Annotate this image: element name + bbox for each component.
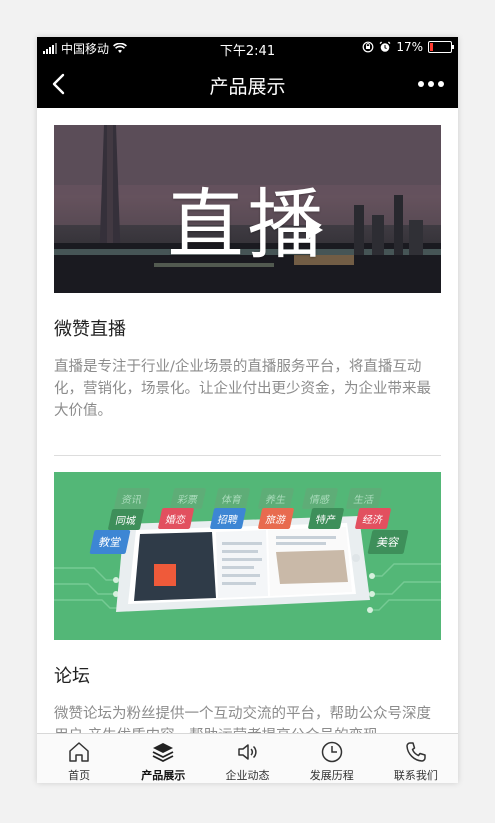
- tab-contact[interactable]: 联系我们: [374, 734, 458, 783]
- forum-banner-image[interactable]: 资讯 彩票 体育 养生 情感 生活 同城 婚恋 招聘 旅游 特产 经济 教堂 美…: [54, 472, 441, 640]
- divider: [54, 455, 441, 456]
- status-bar: 中国移动 下午2:41 17%: [37, 37, 458, 59]
- phone-screen: 中国移动 下午2:41 17% 产品展示 直播 微赞直播 直播是专注于行业/企业…: [37, 37, 458, 783]
- tab-label: 首页: [68, 769, 91, 782]
- tag-faded: 情感: [301, 488, 339, 509]
- tab-history[interactable]: 发展历程: [290, 734, 374, 783]
- tab-home[interactable]: 首页: [37, 734, 121, 783]
- page-title: 产品展示: [209, 76, 286, 98]
- tab-news[interactable]: 企业动态: [205, 734, 289, 783]
- tag-zhaopin: 招聘: [209, 508, 247, 529]
- tag-faded: 生活: [345, 488, 383, 509]
- product-description: 微赞论坛为粉丝提供一个互动交流的平台，帮助公众号深度用户 产生优质内容，帮助运营…: [54, 706, 431, 733]
- tag-techan: 特产: [307, 508, 345, 529]
- tag-meirong: 美容: [367, 530, 409, 554]
- product-list[interactable]: 直播 微赞直播 直播是专注于行业/企业场景的直播服务平台，将直播互动化，营销化，…: [37, 108, 458, 733]
- tab-label: 联系我们: [393, 769, 438, 782]
- tag-tongcheng: 同城: [107, 509, 145, 530]
- phone-icon: [406, 742, 426, 762]
- home-icon: [69, 742, 89, 762]
- rotation-lock-icon: [362, 41, 374, 53]
- tag-hunlian: 婚恋: [157, 508, 195, 529]
- tag-faded: 彩票: [169, 488, 207, 509]
- play-icon: [306, 220, 323, 240]
- product-title[interactable]: 论坛: [54, 662, 90, 688]
- tag-faded: 养生: [257, 488, 295, 509]
- live-banner-image[interactable]: 直播: [54, 125, 441, 293]
- navigation-bar: 产品展示: [37, 59, 458, 108]
- battery-level: [430, 43, 433, 51]
- tab-products[interactable]: 产品展示: [121, 734, 205, 783]
- banner-headline: 直播: [167, 180, 328, 269]
- clock-icon: [321, 741, 342, 763]
- bottom-tab-bar: 首页 产品展示 企业动态 发展历程 联系我们: [37, 733, 458, 783]
- battery-percent: 17%: [396, 40, 423, 54]
- product-title[interactable]: 微赞直播: [54, 315, 126, 341]
- speaker-icon: [237, 744, 257, 760]
- tag-lvyou: 旅游: [257, 508, 295, 529]
- tag-jiaotang: 教堂: [89, 530, 131, 554]
- more-dots-icon[interactable]: [418, 81, 444, 87]
- battery-icon: [428, 41, 454, 53]
- tab-label: 发展历程: [309, 769, 354, 782]
- tab-label: 产品展示: [141, 769, 186, 782]
- alarm-icon: [379, 41, 391, 52]
- product-description: 直播是专注于行业/企业场景的直播服务平台，将直播互动化，营销化，场景化。让企业付…: [54, 359, 431, 419]
- tab-label: 企业动态: [225, 769, 270, 782]
- tag-faded: 体育: [213, 488, 251, 509]
- layers-icon: [152, 743, 174, 763]
- tag-faded: 资讯: [113, 488, 151, 509]
- tag-jingji: 经济: [354, 508, 392, 529]
